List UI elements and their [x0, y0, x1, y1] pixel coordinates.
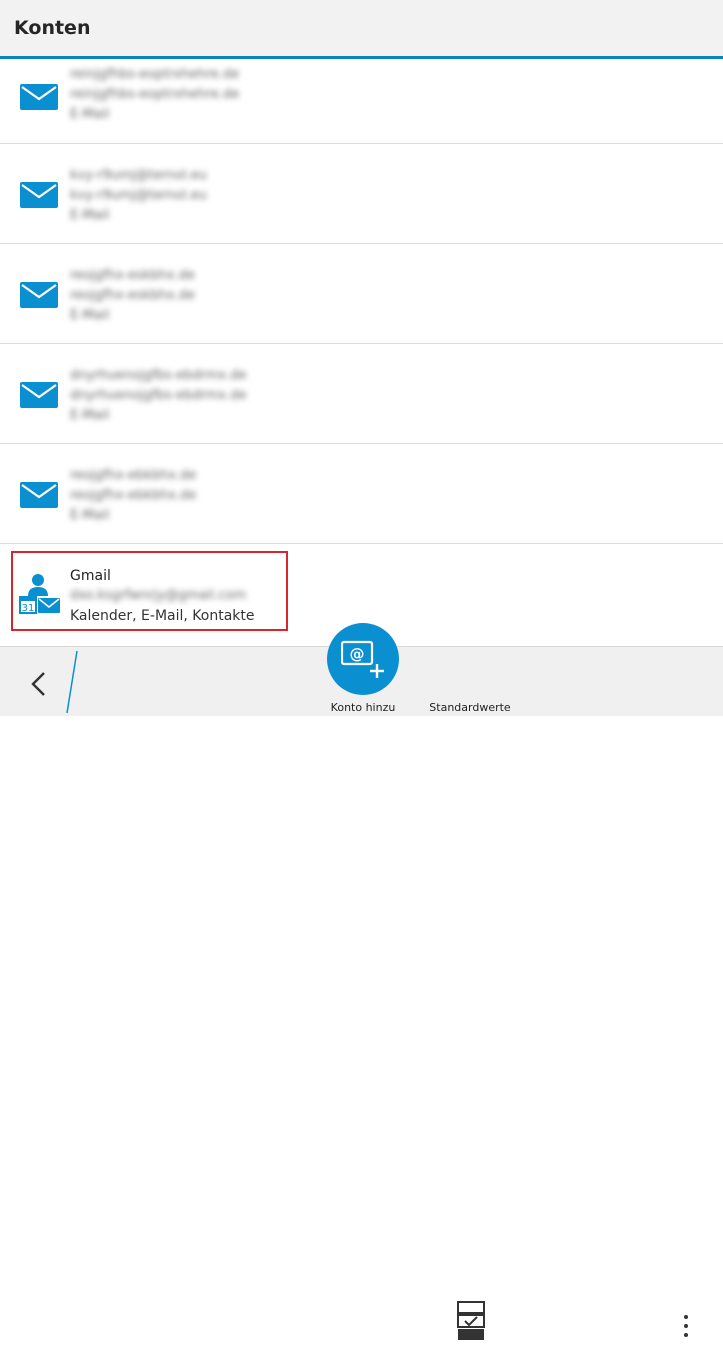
- account-address: reojgfhx-ebkbhx.de: [70, 468, 197, 483]
- account-address-secondary: dnyrhuenojgfbs-ebdrmx.de: [70, 388, 247, 403]
- title-bar: Konten: [0, 0, 723, 59]
- account-row[interactable]: reojgfhx-eskbhx.de reojgfhx-eskbhx.de E-…: [0, 244, 723, 344]
- account-address: reojgfhx-eskbhx.de: [70, 268, 195, 283]
- email-icon: [20, 482, 58, 508]
- account-row[interactable]: kvy-r9umj@ternol.eu kvy-r9umj@ternol.eu …: [0, 144, 723, 244]
- account-address: dnyrhuenojgfbs-ebdrmx.de: [70, 368, 247, 383]
- account-type: E-Mail: [70, 308, 110, 323]
- email-icon: [20, 182, 58, 208]
- account-address-secondary: kvy-r9umj@ternol.eu: [70, 188, 207, 203]
- account-list: reinjgfhbs-eoptrxhehre.de reinjgfhbs-eop…: [0, 62, 723, 644]
- account-row[interactable]: reojgfhx-ebkbhx.de reojgfhx-ebkbhx.de E-…: [0, 444, 723, 544]
- account-address-secondary: reojgfhx-eskbhx.de: [70, 288, 195, 303]
- email-icon: [20, 382, 58, 408]
- svg-text:@: @: [350, 645, 365, 663]
- account-address: dxo.ksgrfwnrjy@gmail.com: [70, 588, 247, 603]
- back-icon[interactable]: [22, 669, 56, 699]
- more-options-icon[interactable]: [676, 1315, 696, 1345]
- account-address: reinjgfhbs-eoptrxhehre.de: [70, 67, 240, 82]
- account-type: E-Mail: [70, 508, 110, 523]
- account-type: E-Mail: [70, 208, 110, 223]
- account-row[interactable]: reinjgfhbs-eoptrxhehre.de reinjgfhbs-eop…: [0, 62, 723, 144]
- add-email-icon: @: [341, 640, 384, 678]
- account-address-secondary: reinjgfhbs-eoptrxhehre.de: [70, 87, 240, 102]
- account-type: E-Mail: [70, 408, 110, 423]
- account-address: kvy-r9umj@ternol.eu: [70, 168, 207, 183]
- account-type: E-Mail: [70, 107, 110, 122]
- calendar-contact-email-icon: 31: [19, 574, 60, 614]
- defaults-icon[interactable]: [456, 1301, 486, 1341]
- page-title: Konten: [14, 17, 91, 39]
- account-services: Kalender, E-Mail, Kontakte: [70, 608, 255, 624]
- account-name: Gmail: [70, 568, 111, 584]
- add-account-label[interactable]: Konto hinzu: [318, 701, 408, 714]
- account-row[interactable]: dnyrhuenojgfbs-ebdrmx.de dnyrhuenojgfbs-…: [0, 344, 723, 444]
- email-icon: [20, 84, 58, 110]
- defaults-label[interactable]: Standardwerte: [420, 701, 520, 714]
- calendar-day: 31: [22, 603, 35, 614]
- divider-slash: [66, 650, 78, 714]
- email-icon: [20, 282, 58, 308]
- add-account-button[interactable]: @: [327, 623, 399, 695]
- account-address-secondary: reojgfhx-ebkbhx.de: [70, 488, 197, 503]
